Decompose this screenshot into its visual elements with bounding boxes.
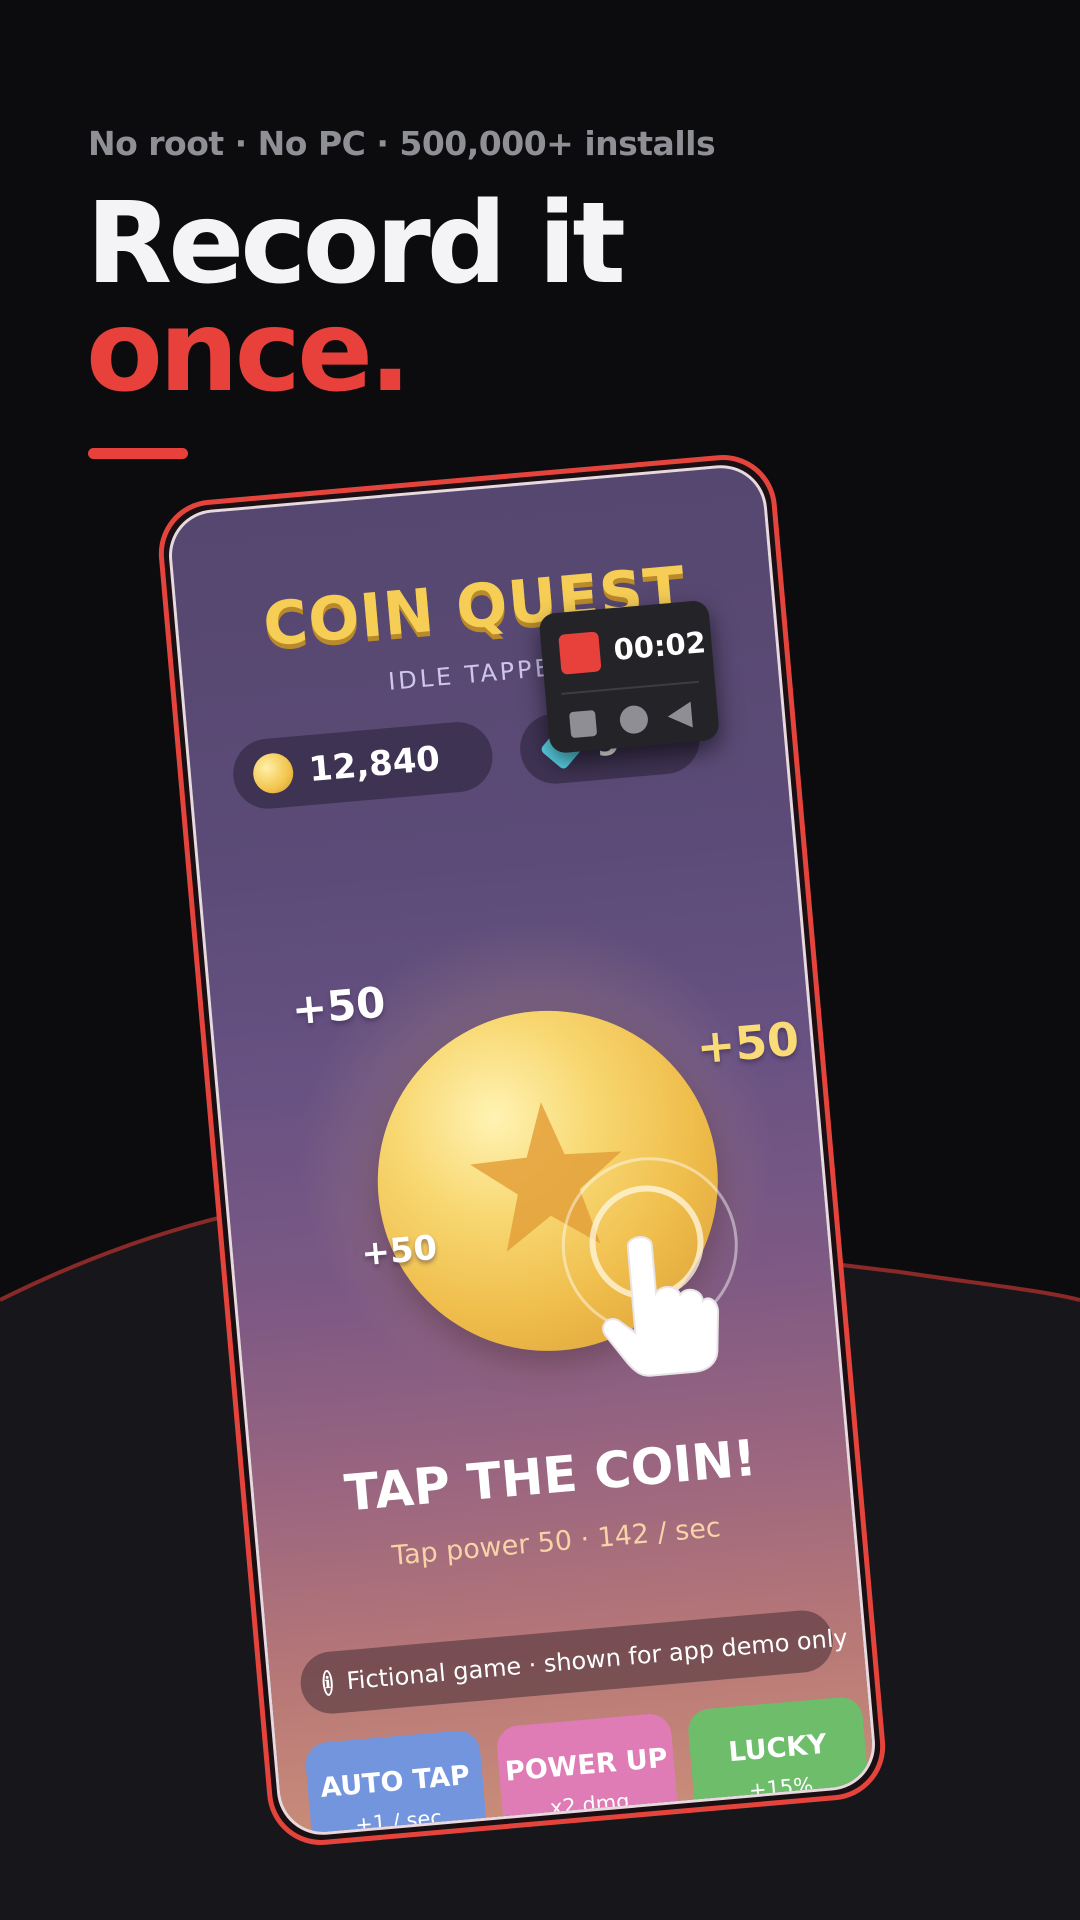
demo-notice-text: Fictional game · shown for app demo only — [345, 1623, 849, 1696]
recording-timer: 00:02 — [612, 625, 708, 668]
recorder-divider — [561, 680, 699, 695]
screen-recorder-overlay[interactable]: 00:02 — [538, 599, 720, 755]
boost-title: AUTO TAP — [319, 1759, 472, 1804]
stop-icon[interactable] — [569, 709, 598, 739]
boost-title: LUCKY — [727, 1728, 829, 1769]
boost-title: POWER UP — [503, 1742, 669, 1788]
tap-hand-icon — [602, 1236, 720, 1377]
accent-underline — [88, 448, 188, 459]
headline-line-1: Record it — [86, 179, 626, 309]
float-score: +50 — [359, 1227, 439, 1275]
back-icon[interactable] — [666, 701, 693, 730]
demo-notice: i Fictional game · shown for app demo on… — [298, 1607, 849, 1717]
headline: Record it once. — [86, 179, 626, 417]
record-icon[interactable] — [558, 631, 602, 675]
coin-icon — [251, 751, 295, 795]
float-score: +50 — [289, 977, 388, 1035]
coin-balance: 12,840 — [230, 719, 496, 812]
game-screen: COIN QUEST IDLE TAPPER 12,840 9 00:02 — [165, 461, 879, 1839]
phone-mockup: COIN QUEST IDLE TAPPER 12,840 9 00:02 — [154, 450, 890, 1850]
info-icon: i — [321, 1669, 334, 1697]
pause-icon[interactable] — [618, 704, 650, 735]
tagline: No root · No PC · 500,000+ installs — [88, 124, 716, 163]
float-score: +50 — [694, 1011, 802, 1075]
coin-count: 12,840 — [307, 738, 442, 791]
auto-tap-button[interactable]: AUTO TAP +1 / sec — [303, 1729, 491, 1839]
headline-line-2: once. — [86, 287, 412, 417]
